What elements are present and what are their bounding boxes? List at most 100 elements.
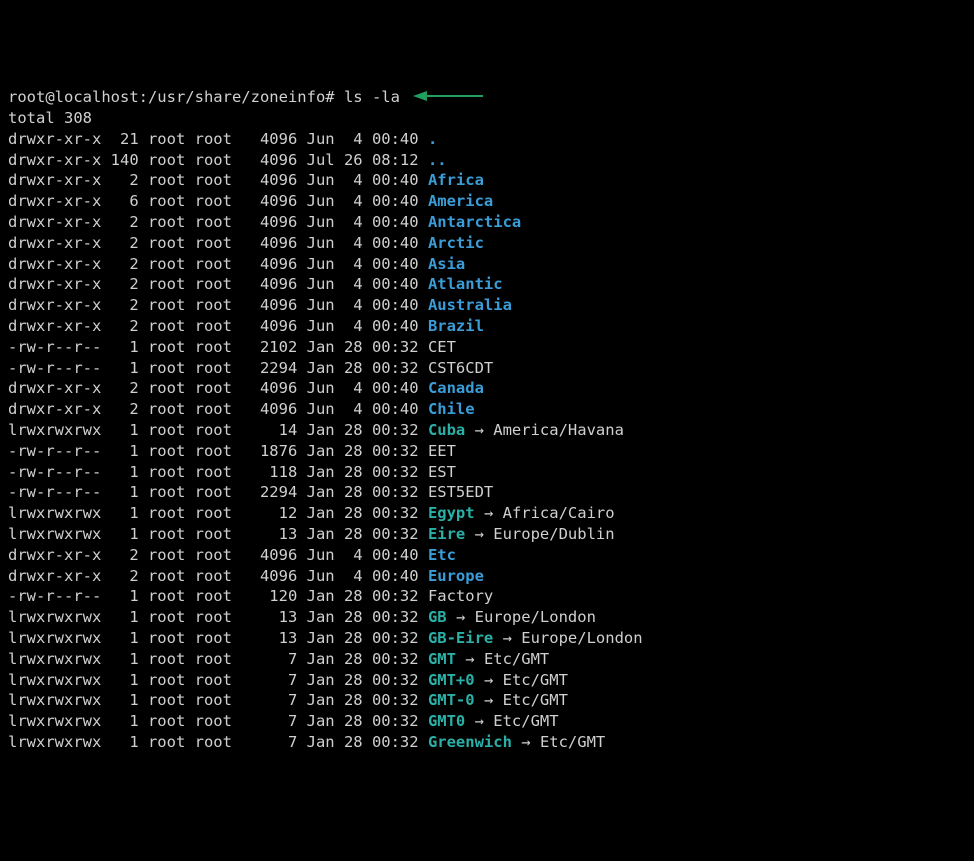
- file-name: Canada: [428, 379, 484, 397]
- symlink-target: Africa/Cairo: [503, 504, 615, 522]
- file-meta: drwxr-xr-x 21 root root 4096 Jun 4 00:40: [8, 130, 428, 148]
- file-name: Etc: [428, 546, 456, 564]
- symlink-target: Etc/GMT: [503, 691, 568, 709]
- file-meta: -rw-r--r-- 1 root root 1876 Jan 28 00:32: [8, 442, 428, 460]
- prompt-line: root@localhost:/usr/share/zoneinfo# ls -…: [8, 87, 966, 108]
- file-meta: drwxr-xr-x 2 root root 4096 Jun 4 00:40: [8, 234, 428, 252]
- list-item: drwxr-xr-x 2 root root 4096 Jun 4 00:40 …: [8, 378, 966, 399]
- file-name: Antarctica: [428, 213, 521, 231]
- list-item: -rw-r--r-- 1 root root 2102 Jan 28 00:32…: [8, 337, 966, 358]
- list-item: drwxr-xr-x 2 root root 4096 Jun 4 00:40 …: [8, 170, 966, 191]
- symlink-target: Etc/GMT: [503, 671, 568, 689]
- file-listing: drwxr-xr-x 21 root root 4096 Jun 4 00:40…: [8, 129, 966, 753]
- file-name: Greenwich: [428, 733, 512, 751]
- file-meta: lrwxrwxrwx 1 root root 13 Jan 28 00:32: [8, 608, 428, 626]
- list-item: -rw-r--r-- 1 root root 118 Jan 28 00:32 …: [8, 462, 966, 483]
- file-name: Brazil: [428, 317, 484, 335]
- arrow-annotation-icon: [413, 87, 483, 108]
- file-name: ..: [428, 151, 447, 169]
- list-item: -rw-r--r-- 1 root root 120 Jan 28 00:32 …: [8, 586, 966, 607]
- terminal-output[interactable]: root@localhost:/usr/share/zoneinfo# ls -…: [8, 87, 966, 753]
- list-item: drwxr-xr-x 2 root root 4096 Jun 4 00:40 …: [8, 233, 966, 254]
- list-item: drwxr-xr-x 6 root root 4096 Jun 4 00:40 …: [8, 191, 966, 212]
- file-name: GMT-0: [428, 691, 475, 709]
- file-meta: drwxr-xr-x 2 root root 4096 Jun 4 00:40: [8, 171, 428, 189]
- list-item: -rw-r--r-- 1 root root 2294 Jan 28 00:32…: [8, 482, 966, 503]
- symlink-target: Etc/GMT: [540, 733, 605, 751]
- file-name: GMT0: [428, 712, 465, 730]
- file-meta: lrwxrwxrwx 1 root root 12 Jan 28 00:32: [8, 504, 428, 522]
- file-meta: -rw-r--r-- 1 root root 2294 Jan 28 00:32: [8, 483, 428, 501]
- file-name: Arctic: [428, 234, 484, 252]
- file-meta: drwxr-xr-x 2 root root 4096 Jun 4 00:40: [8, 546, 428, 564]
- file-meta: -rw-r--r-- 1 root root 118 Jan 28 00:32: [8, 463, 428, 481]
- symlink-target: Etc/GMT: [484, 650, 549, 668]
- list-item: lrwxrwxrwx 1 root root 7 Jan 28 00:32 GM…: [8, 649, 966, 670]
- file-name: America: [428, 192, 493, 210]
- symlink-target: Etc/GMT: [493, 712, 558, 730]
- file-name: Australia: [428, 296, 512, 314]
- file-meta: drwxr-xr-x 2 root root 4096 Jun 4 00:40: [8, 275, 428, 293]
- list-item: lrwxrwxrwx 1 root root 7 Jan 28 00:32 GM…: [8, 690, 966, 711]
- list-item: lrwxrwxrwx 1 root root 12 Jan 28 00:32 E…: [8, 503, 966, 524]
- file-meta: -rw-r--r-- 1 root root 2102 Jan 28 00:32: [8, 338, 428, 356]
- file-meta: drwxr-xr-x 140 root root 4096 Jul 26 08:…: [8, 151, 428, 169]
- file-name: Eire: [428, 525, 465, 543]
- list-item: lrwxrwxrwx 1 root root 13 Jan 28 00:32 G…: [8, 628, 966, 649]
- file-name: CST6CDT: [428, 359, 493, 377]
- list-item: lrwxrwxrwx 1 root root 7 Jan 28 00:32 GM…: [8, 670, 966, 691]
- list-item: drwxr-xr-x 2 root root 4096 Jun 4 00:40 …: [8, 566, 966, 587]
- symlink-arrow-icon: →: [493, 629, 521, 647]
- list-item: drwxr-xr-x 2 root root 4096 Jun 4 00:40 …: [8, 399, 966, 420]
- file-name: .: [428, 130, 437, 148]
- symlink-arrow-icon: →: [465, 421, 493, 439]
- file-meta: lrwxrwxrwx 1 root root 7 Jan 28 00:32: [8, 671, 428, 689]
- file-name: GB-Eire: [428, 629, 493, 647]
- list-item: lrwxrwxrwx 1 root root 7 Jan 28 00:32 GM…: [8, 711, 966, 732]
- list-item: drwxr-xr-x 2 root root 4096 Jun 4 00:40 …: [8, 295, 966, 316]
- file-name: Africa: [428, 171, 484, 189]
- file-meta: drwxr-xr-x 2 root root 4096 Jun 4 00:40: [8, 379, 428, 397]
- file-name: Atlantic: [428, 275, 503, 293]
- list-item: drwxr-xr-x 140 root root 4096 Jul 26 08:…: [8, 150, 966, 171]
- file-meta: lrwxrwxrwx 1 root root 13 Jan 28 00:32: [8, 525, 428, 543]
- file-name: Chile: [428, 400, 475, 418]
- list-item: -rw-r--r-- 1 root root 1876 Jan 28 00:32…: [8, 441, 966, 462]
- file-name: GMT: [428, 650, 456, 668]
- file-name: Asia: [428, 255, 465, 273]
- list-item: lrwxrwxrwx 1 root root 13 Jan 28 00:32 E…: [8, 524, 966, 545]
- file-meta: lrwxrwxrwx 1 root root 7 Jan 28 00:32: [8, 691, 428, 709]
- symlink-arrow-icon: →: [465, 525, 493, 543]
- file-name: GB: [428, 608, 447, 626]
- file-meta: -rw-r--r-- 1 root root 120 Jan 28 00:32: [8, 587, 428, 605]
- list-item: lrwxrwxrwx 1 root root 14 Jan 28 00:32 C…: [8, 420, 966, 441]
- symlink-arrow-icon: →: [475, 504, 503, 522]
- symlink-target: America/Havana: [493, 421, 624, 439]
- file-meta: drwxr-xr-x 2 root root 4096 Jun 4 00:40: [8, 213, 428, 231]
- list-item: drwxr-xr-x 2 root root 4096 Jun 4 00:40 …: [8, 212, 966, 233]
- symlink-arrow-icon: →: [447, 608, 475, 626]
- list-item: drwxr-xr-x 2 root root 4096 Jun 4 00:40 …: [8, 274, 966, 295]
- total-line: total 308: [8, 108, 966, 129]
- file-name: GMT+0: [428, 671, 475, 689]
- file-name: Egypt: [428, 504, 475, 522]
- list-item: lrwxrwxrwx 1 root root 13 Jan 28 00:32 G…: [8, 607, 966, 628]
- symlink-target: Europe/Dublin: [493, 525, 614, 543]
- file-meta: drwxr-xr-x 2 root root 4096 Jun 4 00:40: [8, 255, 428, 273]
- file-meta: lrwxrwxrwx 1 root root 7 Jan 28 00:32: [8, 712, 428, 730]
- file-meta: drwxr-xr-x 2 root root 4096 Jun 4 00:40: [8, 296, 428, 314]
- list-item: drwxr-xr-x 2 root root 4096 Jun 4 00:40 …: [8, 254, 966, 275]
- file-meta: drwxr-xr-x 2 root root 4096 Jun 4 00:40: [8, 317, 428, 335]
- file-meta: drwxr-xr-x 2 root root 4096 Jun 4 00:40: [8, 567, 428, 585]
- list-item: lrwxrwxrwx 1 root root 7 Jan 28 00:32 Gr…: [8, 732, 966, 753]
- list-item: drwxr-xr-x 21 root root 4096 Jun 4 00:40…: [8, 129, 966, 150]
- symlink-target: Europe/London: [521, 629, 642, 647]
- symlink-target: Europe/London: [475, 608, 596, 626]
- file-name: EST: [428, 463, 456, 481]
- file-name: Cuba: [428, 421, 465, 439]
- file-meta: lrwxrwxrwx 1 root root 7 Jan 28 00:32: [8, 650, 428, 668]
- file-meta: -rw-r--r-- 1 root root 2294 Jan 28 00:32: [8, 359, 428, 377]
- shell-prompt: root@localhost:/usr/share/zoneinfo#: [8, 88, 344, 106]
- command-text: ls -la: [344, 88, 400, 106]
- symlink-arrow-icon: →: [475, 691, 503, 709]
